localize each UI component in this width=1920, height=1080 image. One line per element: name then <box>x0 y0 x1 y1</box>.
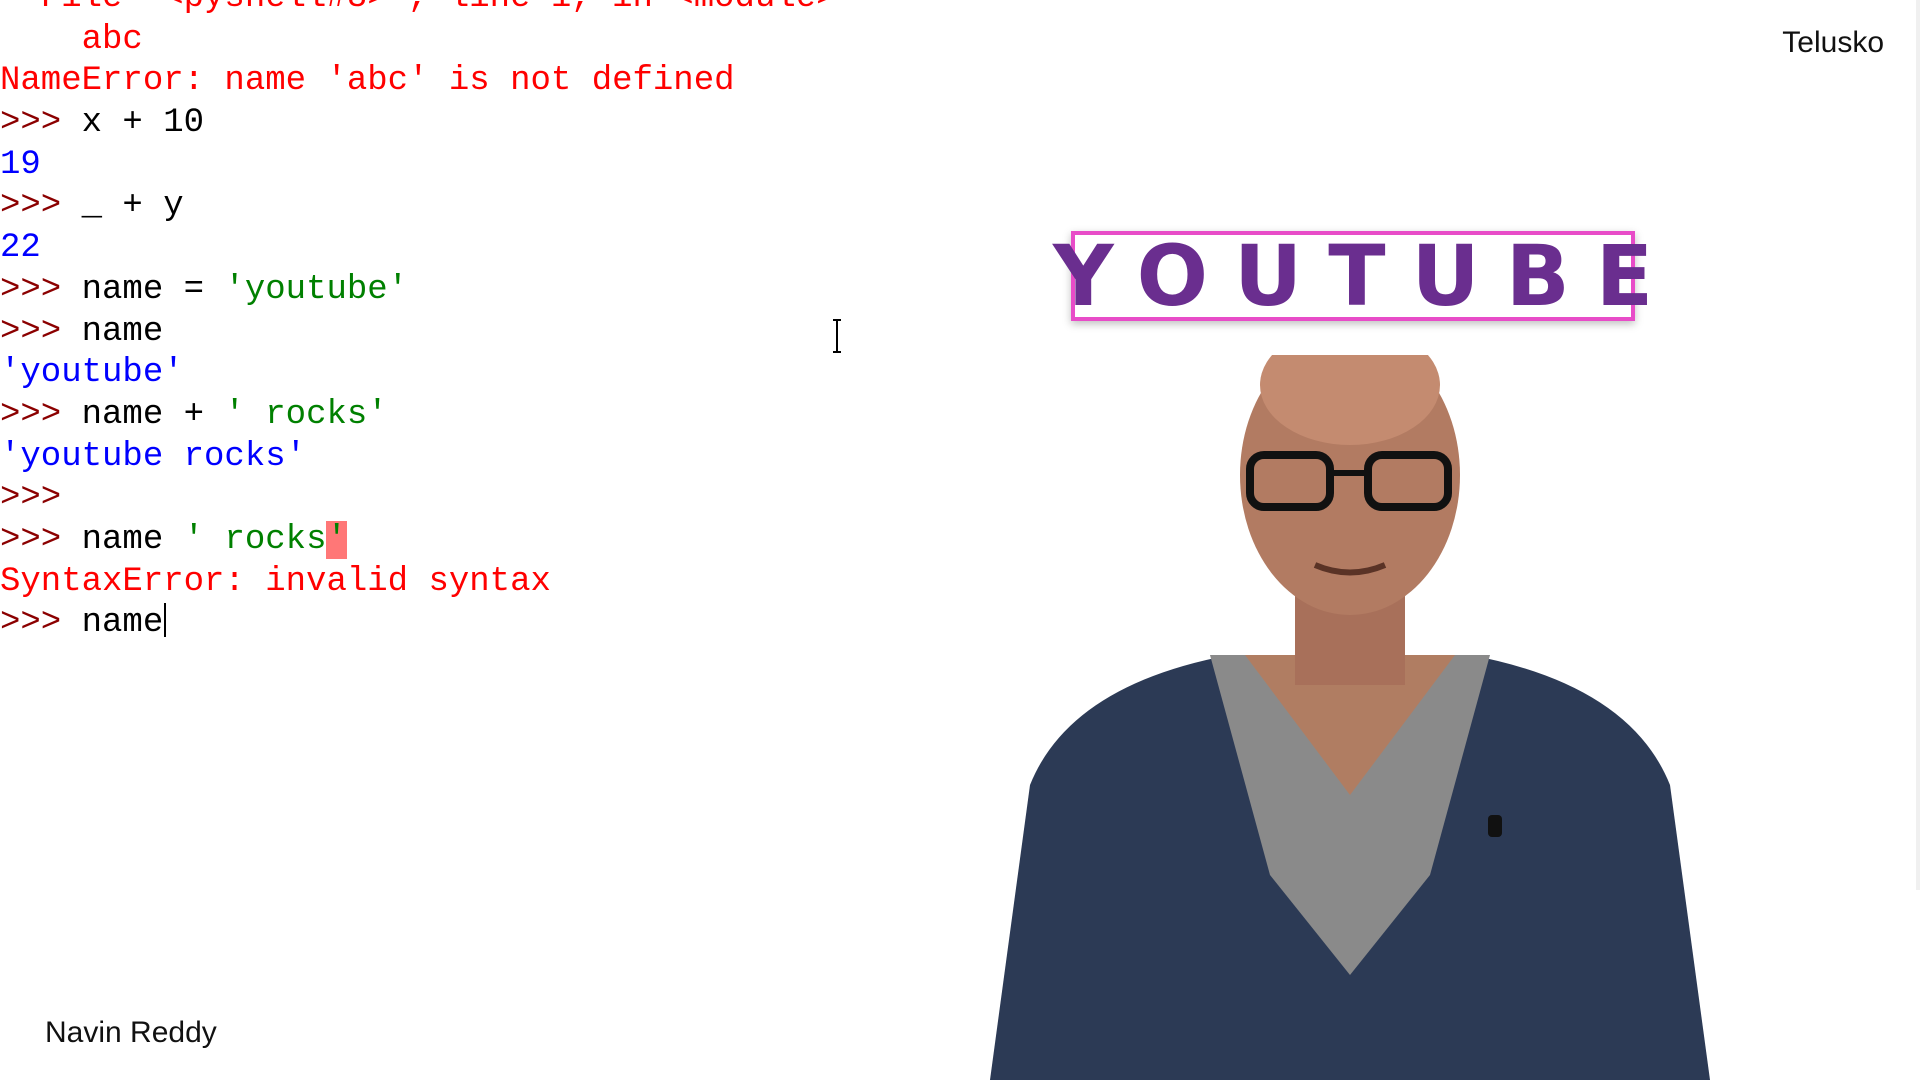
shell-line: File "<pyshell#8>", line 1, in <module> <box>0 0 1100 20</box>
shell-text: 'youtube rocks' <box>0 437 307 476</box>
shell-line: 'youtube' <box>0 353 1100 395</box>
shell-line: 22 <box>0 228 1100 270</box>
shell-text: x + 10 <box>81 104 205 143</box>
speaker-name: Navin Reddy <box>45 1016 217 1049</box>
scrollbar[interactable] <box>1916 0 1920 890</box>
shell-line: >>> <box>0 478 1100 520</box>
shell-text: abc <box>0 20 143 59</box>
shell-prompt: >>> <box>0 270 82 309</box>
shell-text: name = <box>81 270 225 309</box>
shell-line: >>> name ' rocks' <box>0 520 1100 562</box>
shell-line: >>> name <box>0 312 1100 354</box>
shell-text: 22 <box>0 229 41 268</box>
shell-line: >>> name + ' rocks' <box>0 395 1100 437</box>
shell-text: ' <box>326 520 347 559</box>
shell-text: ' rocks <box>183 520 327 559</box>
shell-line: >>> x + 10 <box>0 103 1100 145</box>
shell-text: ' rocks' <box>224 395 388 434</box>
shell-text: SyntaxError: invalid syntax <box>0 562 551 601</box>
shell-text: File "<pyshell#8>", line 1, in <module> <box>0 0 837 17</box>
shell-line: 19 <box>0 145 1100 187</box>
shell-prompt: >>> <box>0 479 82 518</box>
channel-watermark: Telusko <box>1782 26 1884 59</box>
shell-line: >>> name <box>0 603 1100 645</box>
shell-line: NameError: name 'abc' is not defined <box>0 61 1100 103</box>
shell-prompt: >>> <box>0 187 82 226</box>
shell-prompt: >>> <box>0 312 82 351</box>
shell-line: >>> _ + y <box>0 186 1100 228</box>
shell-line: SyntaxError: invalid syntax <box>0 562 1100 604</box>
badge-text: YOUTUBE <box>1052 227 1680 325</box>
shell-prompt: >>> <box>0 395 82 434</box>
python-shell[interactable]: File "<pyshell#8>", line 1, in <module> … <box>0 0 1100 698</box>
shell-text: 19 <box>0 145 41 184</box>
text-caret <box>164 603 167 638</box>
shell-line: >>> name = 'youtube' <box>0 270 1100 312</box>
shell-text: 'youtube' <box>224 270 409 309</box>
shell-text: _ + y <box>81 187 184 226</box>
shell-line: abc <box>0 20 1100 62</box>
shell-text: name + <box>81 395 225 434</box>
shell-text: name <box>81 604 164 643</box>
shell-prompt: >>> <box>0 520 82 559</box>
presenter-photo <box>990 355 1710 1080</box>
shell-text: name <box>81 312 164 351</box>
youtube-badge: YOUTUBE <box>1053 227 1653 325</box>
shell-prompt: >>> <box>0 604 82 643</box>
shell-line: 'youtube rocks' <box>0 437 1100 479</box>
shell-prompt: >>> <box>0 104 82 143</box>
shell-text: NameError: name 'abc' is not defined <box>0 62 735 101</box>
shell-text: name <box>81 520 184 559</box>
shell-text: 'youtube' <box>0 354 184 393</box>
text-cursor-ibeam-icon <box>833 319 841 353</box>
